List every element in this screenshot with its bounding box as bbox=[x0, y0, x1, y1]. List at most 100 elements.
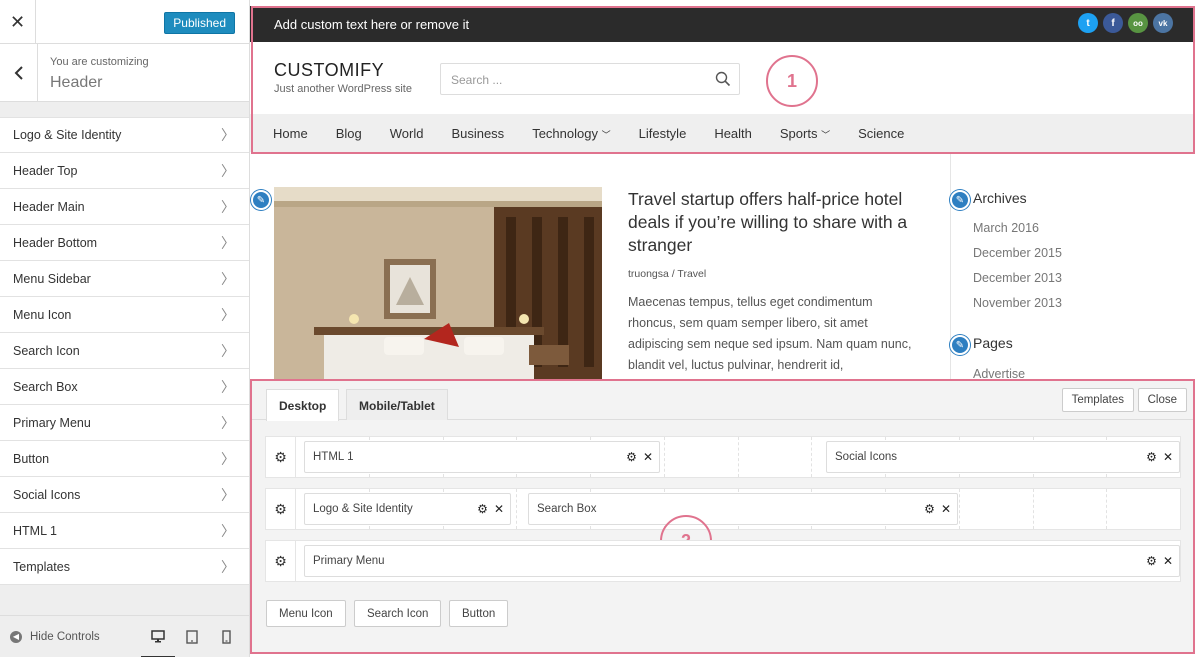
section-item-button[interactable]: Button 〉 bbox=[0, 441, 249, 477]
drop-slot[interactable] bbox=[665, 437, 739, 477]
topbar-custom-text[interactable]: Add custom text here or remove it bbox=[274, 17, 469, 32]
tab-desktop[interactable]: Desktop bbox=[266, 389, 340, 421]
edit-pencil-icon[interactable]: ✎ bbox=[251, 190, 271, 210]
section-item-social-icons[interactable]: Social Icons 〉 bbox=[0, 477, 249, 513]
close-icon[interactable]: ✕ bbox=[1163, 555, 1173, 567]
archive-link[interactable]: December 2015 bbox=[973, 246, 1062, 260]
section-item-menu-icon[interactable]: Menu Icon 〉 bbox=[0, 297, 249, 333]
builder-row-main: ⚙ Logo & Site Identity ⚙ ✕ Search Box ⚙ ✕ … bbox=[265, 488, 1181, 567]
preview-tablet-button[interactable] bbox=[175, 616, 209, 657]
close-icon[interactable]: ✕ bbox=[1163, 451, 1173, 463]
row-settings-button[interactable]: ⚙ bbox=[266, 489, 296, 529]
sidebar-header: ✕ Published bbox=[0, 0, 249, 44]
section-item-primary-menu[interactable]: Primary Menu 〉 bbox=[0, 405, 249, 441]
nav-item-home[interactable]: Home bbox=[273, 126, 308, 141]
post-excerpt: Maecenas tempus, tellus eget condimentum… bbox=[628, 295, 912, 372]
item-label: Primary Menu bbox=[313, 555, 385, 567]
hide-controls-button[interactable]: ◀ Hide Controls bbox=[10, 630, 100, 643]
nav-item-science[interactable]: Science bbox=[858, 126, 904, 141]
builder-item-social-icons[interactable]: Social Icons ⚙ ✕ bbox=[826, 441, 1180, 473]
builder-item-logo-site-identity[interactable]: Logo & Site Identity ⚙ ✕ bbox=[304, 493, 511, 525]
section-item-header-top[interactable]: Header Top 〉 bbox=[0, 153, 249, 189]
close-icon[interactable]: ✕ bbox=[494, 503, 504, 515]
nav-item-technology[interactable]: Technology ﹀ bbox=[532, 126, 610, 141]
chevron-right-icon: 〉 bbox=[221, 234, 235, 251]
publish-button[interactable]: Published bbox=[164, 12, 235, 34]
desktop-icon bbox=[151, 629, 165, 642]
available-item-search-icon[interactable]: Search Icon bbox=[354, 600, 442, 627]
builder-row-bottom: ⚙ Primary Menu ⚙ ✕ bbox=[265, 540, 1181, 582]
nav-item-lifestyle[interactable]: Lifestyle bbox=[639, 126, 687, 141]
templates-button[interactable]: Templates bbox=[1061, 388, 1134, 412]
search-input[interactable]: Search ... bbox=[440, 63, 740, 95]
tab-mobile-tablet[interactable]: Mobile/Tablet bbox=[346, 389, 448, 420]
section-label: Header Bottom bbox=[13, 235, 98, 250]
site-preview: Add custom text here or remove it t f oo… bbox=[250, 0, 1200, 657]
builder-item-html-1[interactable]: HTML 1 ⚙ ✕ bbox=[304, 441, 660, 473]
row-settings-button[interactable]: ⚙ bbox=[266, 541, 296, 581]
section-item-search-box[interactable]: Search Box 〉 bbox=[0, 369, 249, 405]
row-settings-button[interactable]: ⚙ bbox=[266, 437, 296, 477]
section-item-html-1[interactable]: HTML 1 〉 bbox=[0, 513, 249, 549]
page-link[interactable]: Advertise bbox=[973, 367, 1025, 379]
archive-link[interactable]: March 2016 bbox=[973, 221, 1039, 235]
section-label: Header Top bbox=[13, 163, 78, 178]
section-item-menu-sidebar[interactable]: Menu Sidebar 〉 bbox=[0, 261, 249, 297]
builder-item-search-box[interactable]: Search Box ⚙ ✕ bbox=[528, 493, 958, 525]
search-icon[interactable] bbox=[715, 71, 731, 87]
section-item-templates[interactable]: Templates 〉 bbox=[0, 549, 249, 585]
section-item-header-main[interactable]: Header Main 〉 bbox=[0, 189, 249, 225]
close-icon[interactable]: ✕ bbox=[941, 503, 951, 515]
post-title[interactable]: Travel startup offers half-price hotel d… bbox=[628, 188, 928, 257]
nav-item-blog[interactable]: Blog bbox=[336, 126, 362, 141]
gear-icon[interactable]: ⚙ bbox=[626, 451, 637, 463]
gear-icon[interactable]: ⚙ bbox=[1146, 555, 1157, 567]
close-icon[interactable]: ✕ bbox=[643, 451, 653, 463]
gear-icon[interactable]: ⚙ bbox=[1146, 451, 1157, 463]
section-list: Logo & Site Identity 〉 Header Top 〉 Header… bbox=[0, 117, 249, 585]
drop-slot[interactable] bbox=[960, 489, 1034, 529]
site-title[interactable]: CUSTOMIFY bbox=[274, 60, 384, 81]
tripadvisor-icon[interactable]: oo bbox=[1128, 13, 1148, 33]
edit-pencil-icon[interactable]: ✎ bbox=[950, 335, 970, 355]
nav-item-world[interactable]: World bbox=[390, 126, 424, 141]
facebook-icon[interactable]: f bbox=[1103, 13, 1123, 33]
gear-icon[interactable]: ⚙ bbox=[924, 503, 935, 515]
section-item-logo-site-identity[interactable]: Logo & Site Identity 〉 bbox=[0, 117, 249, 153]
item-label: Logo & Site Identity bbox=[313, 503, 413, 515]
context-label: You are customizing bbox=[50, 56, 149, 68]
nav-item-business[interactable]: Business bbox=[451, 126, 504, 141]
gear-icon: ⚙ bbox=[274, 448, 287, 465]
section-label: HTML 1 bbox=[13, 523, 57, 538]
gear-icon[interactable]: ⚙ bbox=[477, 503, 488, 515]
available-item-button[interactable]: Button bbox=[449, 600, 509, 627]
drop-slot[interactable] bbox=[1107, 489, 1180, 529]
archive-link[interactable]: December 2013 bbox=[973, 271, 1062, 285]
nav-item-sports[interactable]: Sports ﹀ bbox=[780, 126, 830, 141]
twitter-icon[interactable]: t bbox=[1078, 13, 1098, 33]
close-customizer-button[interactable]: ✕ bbox=[0, 0, 36, 44]
back-button[interactable] bbox=[0, 44, 38, 102]
edit-pencil-icon[interactable]: ✎ bbox=[950, 190, 970, 210]
builder-item-primary-menu[interactable]: Primary Menu ⚙ ✕ bbox=[304, 545, 1180, 577]
chevron-right-icon: 〉 bbox=[221, 450, 235, 467]
post-thumbnail[interactable] bbox=[274, 187, 602, 379]
available-item-menu-icon[interactable]: Menu Icon bbox=[266, 600, 346, 627]
gear-icon: ⚙ bbox=[274, 500, 287, 517]
section-item-search-icon[interactable]: Search Icon 〉 bbox=[0, 333, 249, 369]
drop-slot[interactable] bbox=[739, 437, 813, 477]
archive-link[interactable]: November 2013 bbox=[973, 296, 1062, 310]
chevron-right-icon: 〉 bbox=[221, 306, 235, 323]
chevron-right-icon: 〉 bbox=[221, 378, 235, 395]
tablet-icon bbox=[186, 630, 198, 644]
nav-item-health[interactable]: Health bbox=[714, 126, 752, 141]
close-builder-button[interactable]: Close bbox=[1137, 388, 1187, 412]
preview-desktop-button[interactable] bbox=[141, 616, 175, 657]
preview-mobile-button[interactable] bbox=[209, 616, 243, 657]
hotel-room-image bbox=[274, 187, 602, 379]
drop-slot[interactable] bbox=[1034, 489, 1108, 529]
section-label: Menu Icon bbox=[13, 307, 72, 322]
post-meta[interactable]: truongsa / Travel bbox=[628, 268, 706, 280]
vk-icon[interactable]: vk bbox=[1153, 13, 1173, 33]
section-item-header-bottom[interactable]: Header Bottom 〉 bbox=[0, 225, 249, 261]
